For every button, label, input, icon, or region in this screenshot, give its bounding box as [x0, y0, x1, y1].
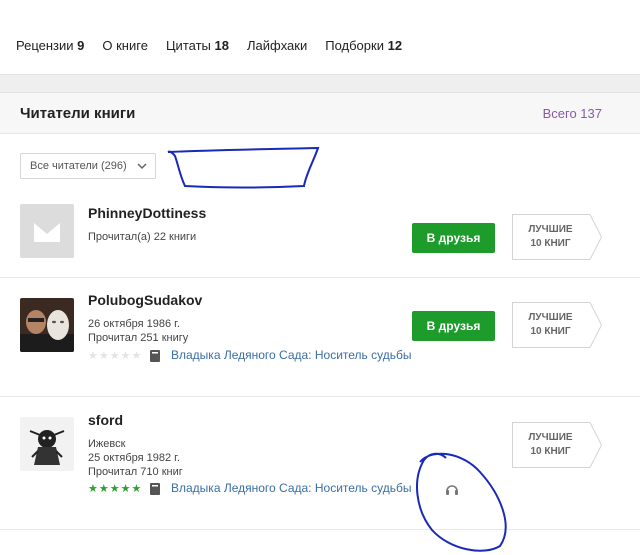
best-line-1: ЛУЧШИЕ	[528, 432, 573, 443]
tab-count: 18	[214, 38, 229, 53]
top-10-books-button[interactable]: ЛУЧШИЕ 10 КНИГ	[512, 422, 602, 468]
tab-count: 9	[77, 38, 85, 53]
reader-stats: Прочитал 710 книг	[88, 466, 183, 478]
total-readers-link[interactable]: Всего 137	[543, 106, 602, 121]
tab-collections[interactable]: Подборки 12	[325, 38, 402, 53]
book-link[interactable]: Владыка Ледяного Сада: Носитель судьбы	[171, 481, 411, 495]
reader-name[interactable]: PolubogSudakov	[88, 292, 202, 308]
best-line-1: ЛУЧШИЕ	[528, 224, 573, 235]
reader-stats: Прочитал 251 книгу	[88, 332, 189, 344]
tab-about[interactable]: О книге	[102, 38, 148, 53]
top-10-books-button[interactable]: ЛУЧШИЕ 10 КНИГ	[512, 214, 602, 260]
book-link[interactable]: Владыка Ледяного Сада: Носитель судьбы	[171, 348, 411, 362]
top-10-books-button[interactable]: ЛУЧШИЕ 10 КНИГ	[512, 302, 602, 348]
tab-count: 12	[387, 38, 403, 53]
avatar-photo[interactable]	[20, 298, 74, 352]
best-line-2: 10 КНИГ	[530, 326, 571, 337]
avatar-placeholder[interactable]	[20, 204, 74, 258]
tab-label: О книге	[102, 38, 148, 53]
add-friend-button[interactable]: В друзья	[412, 311, 495, 341]
rating-stars: ★★★★★	[88, 483, 143, 495]
reader-row: PhinneyDottiness Прочитал(а) 22 книги В …	[0, 193, 640, 278]
reader-row: PolubogSudakov 26 октября 1986 г. Прочит…	[0, 278, 640, 397]
best-line-1: ЛУЧШИЕ	[528, 312, 573, 323]
reader-name[interactable]: sford	[88, 412, 123, 428]
tab-lifehacks[interactable]: Лайфхаки	[247, 38, 307, 53]
book-tabs-bar: Рецензии 9 О книге Цитаты 18 Лайфхаки По…	[0, 0, 640, 75]
tab-label: Рецензии	[16, 38, 74, 53]
panel-title: Читатели книги	[20, 105, 136, 122]
tab-quotes[interactable]: Цитаты 18	[166, 38, 229, 53]
panel-header: Читатели книги Всего 137	[0, 93, 640, 134]
tab-label: Лайфхаки	[246, 38, 308, 53]
book-icon	[150, 350, 160, 362]
tab-label: Цитаты	[165, 38, 211, 53]
headphones-icon	[446, 485, 458, 495]
tab-reviews[interactable]: Рецензии 9	[16, 38, 84, 53]
readers-panel: Читатели книги Всего 137 Все читатели (2…	[0, 92, 640, 555]
book-icon	[150, 483, 160, 495]
tabs: Рецензии 9 О книге Цитаты 18 Лайфхаки По…	[16, 38, 420, 53]
best-line-2: 10 КНИГ	[530, 238, 571, 249]
readers-filter-dropdown[interactable]: Все читатели (296)	[20, 153, 156, 179]
best-line-2: 10 КНИГ	[530, 446, 571, 457]
tab-label: Подборки	[325, 38, 384, 53]
reader-birthday: 26 октября 1986 г.	[88, 318, 180, 330]
reader-city: Ижевск	[88, 438, 126, 450]
reader-stats: Прочитал(а) 22 книги	[88, 231, 197, 243]
filter-label: Все читатели (296)	[30, 160, 127, 172]
add-friend-button[interactable]: В друзья	[412, 223, 495, 253]
rating-stars-empty: ★★★★★	[88, 350, 143, 362]
chevron-down-icon	[137, 163, 147, 170]
reader-row: sford Ижевск 25 октября 1982 г. Прочитал…	[0, 397, 640, 530]
avatar-drawing[interactable]	[20, 417, 74, 471]
reader-birthday: 25 октября 1982 г.	[88, 452, 180, 464]
reader-name[interactable]: PhinneyDottiness	[88, 205, 206, 221]
